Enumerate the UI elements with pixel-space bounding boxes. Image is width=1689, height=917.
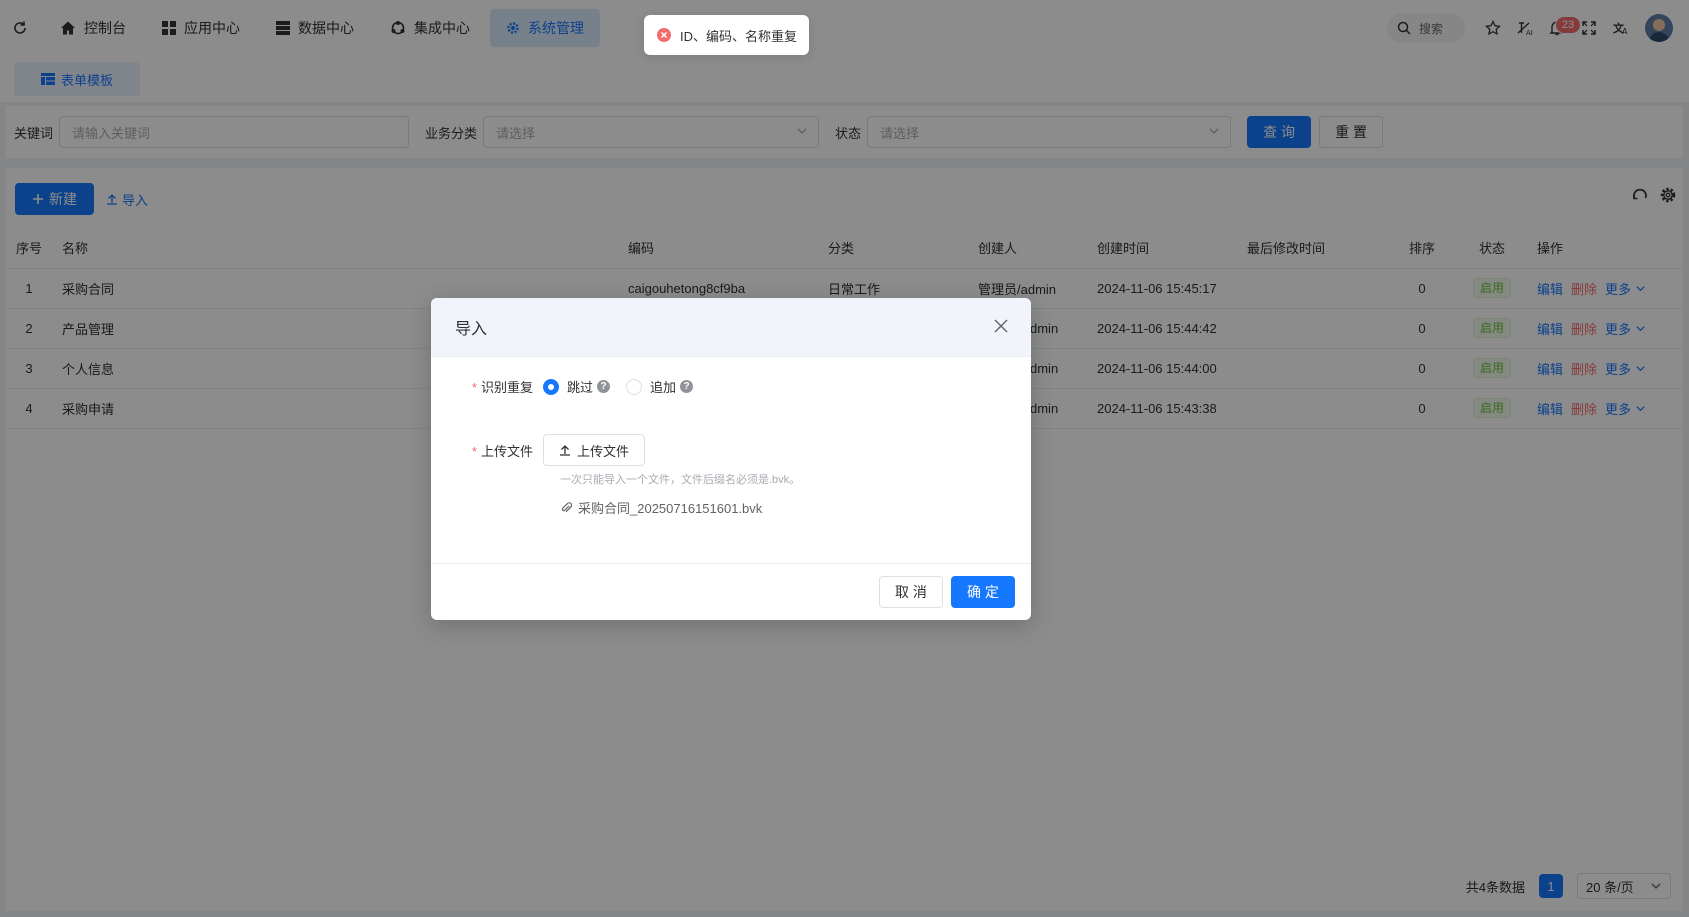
upload-form-row: * 上传文件 上传文件: [431, 434, 646, 466]
toast-message: ID、编码、名称重复: [680, 28, 798, 44]
upload-button-label: 上传文件: [577, 443, 630, 459]
error-icon: [656, 27, 672, 43]
upload-hint: 一次只能导入一个文件，文件后缀名必须是.bvk。: [560, 474, 801, 486]
dup-label: * 识别重复: [431, 377, 543, 396]
radio-append-label: 追加: [650, 380, 677, 395]
dup-label-text: 识别重复: [480, 380, 533, 395]
import-dialog: 导入 * 识别重复 跳过 ? 追加 ? * 上传文件 上传文件 一次只能导入一个文件…: [431, 298, 1031, 620]
confirm-button[interactable]: 确 定: [951, 576, 1015, 608]
radio-dot: [626, 378, 643, 395]
dialog-footer: 取 消 确 定: [431, 563, 1031, 620]
radio-skip-label: 跳过: [567, 380, 594, 395]
dup-form-row: * 识别重复 跳过 ? 追加 ?: [431, 377, 709, 396]
cancel-button[interactable]: 取 消: [879, 576, 943, 608]
required-mark: *: [471, 443, 477, 459]
upload-label: * 上传文件: [431, 441, 543, 460]
help-icon[interactable]: ?: [597, 380, 611, 393]
paperclip-icon: [560, 501, 572, 514]
uploaded-file-name: 采购合同_20250716151601.bvk: [578, 501, 763, 516]
radio-append[interactable]: 追加 ?: [626, 377, 694, 396]
help-icon[interactable]: ?: [680, 380, 694, 393]
radio-skip[interactable]: 跳过 ?: [543, 377, 611, 396]
close-icon[interactable]: [993, 318, 1009, 334]
uploaded-file-item[interactable]: 采购合同_20250716151601.bvk: [560, 498, 762, 517]
upload-label-text: 上传文件: [480, 443, 533, 459]
required-mark: *: [471, 380, 477, 395]
dialog-header: 导入: [431, 298, 1031, 357]
upload-file-button[interactable]: 上传文件: [543, 434, 646, 466]
dialog-title: 导入: [455, 321, 488, 338]
radio-dot: [543, 378, 559, 395]
upload-icon: [559, 444, 571, 456]
error-toast: ID、编码、名称重复: [644, 15, 810, 55]
